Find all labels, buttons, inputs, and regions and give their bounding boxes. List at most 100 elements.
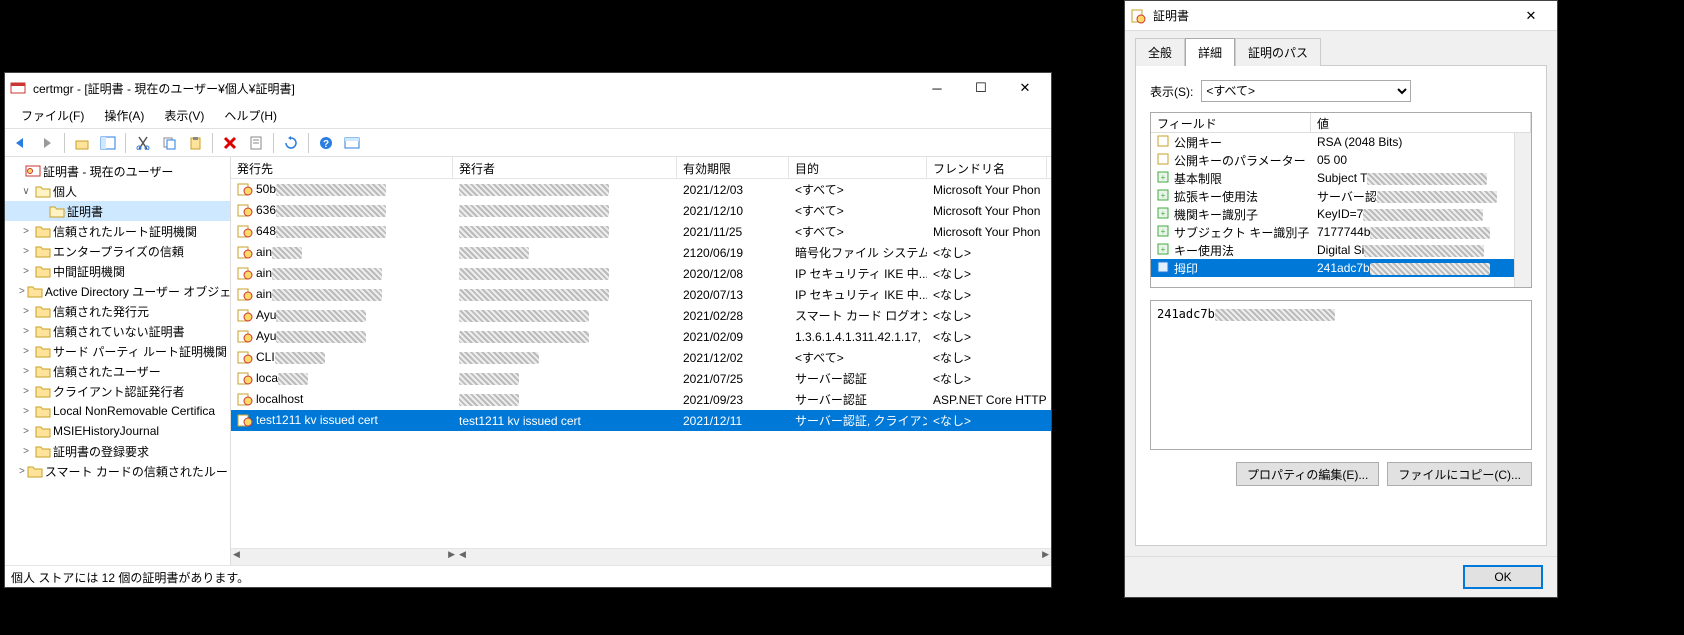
tree-item[interactable]: ∨個人 [5,181,230,201]
menu-help[interactable]: ヘルプ(H) [214,105,287,126]
certmgr-titlebar[interactable]: certmgr - [証明書 - 現在のユーザー¥個人¥証明書] ─ ☐ ✕ [5,73,1051,103]
property-row[interactable]: 拇印 241adc7b [1151,259,1531,277]
list-hscroll[interactable] [457,548,1051,565]
certificate-icon [237,245,253,261]
table-row[interactable]: 648 2021/11/25 <すべて> Microsoft Your Phon [231,221,1051,242]
property-row[interactable]: +サブジェクト キー識別子 7177744b [1151,223,1531,241]
properties-button[interactable] [244,132,268,154]
tab-details[interactable]: 詳細 [1185,38,1235,66]
menu-view[interactable]: 表示(V) [154,105,214,126]
tree-item[interactable]: >クライアント認証発行者 [5,381,230,401]
property-row[interactable]: 公開キー RSA (2048 Bits) [1151,133,1531,151]
expand-toggle[interactable]: > [19,326,33,337]
svg-text:+: + [1161,227,1166,236]
property-row[interactable]: +機関キー識別子 KeyID=7 [1151,205,1531,223]
maximize-button[interactable]: ☐ [959,74,1003,102]
forward-button[interactable] [35,132,59,154]
table-row[interactable]: 636 2021/12/10 <すべて> Microsoft Your Phon [231,200,1051,221]
table-row[interactable]: Ayu 2021/02/09 1.3.6.1.4.1.311.42.1.17, … [231,326,1051,347]
expand-toggle[interactable]: ∨ [19,186,33,197]
expand-toggle[interactable]: > [19,246,33,257]
tree-item[interactable]: >サード パーティ ルート証明機関 [5,341,230,361]
table-row[interactable]: loca 2021/07/25 サーバー認証 <なし> [231,368,1051,389]
folder-icon [35,423,51,439]
tree-item[interactable]: >中間証明機関 [5,261,230,281]
col-issued-by[interactable]: 発行者 [453,157,677,178]
expand-toggle[interactable]: > [19,346,33,357]
list-body[interactable]: 50b 2021/12/03 <すべて> Microsoft Your Phon… [231,179,1051,548]
table-row[interactable]: test1211 kv issued cert test1211 kv issu… [231,410,1051,431]
up-button[interactable] [70,132,94,154]
table-row[interactable]: ain 2020/07/13 IP セキュリティ IKE 中... <なし> [231,284,1051,305]
col-purpose[interactable]: 目的 [789,157,927,178]
ok-button[interactable]: OK [1463,565,1543,589]
table-row[interactable]: 50b 2021/12/03 <すべて> Microsoft Your Phon [231,179,1051,200]
tab-general[interactable]: 全般 [1135,38,1185,66]
tree-item[interactable]: >Active Directory ユーザー オブジェ [5,281,230,301]
expand-toggle[interactable]: > [19,426,33,437]
tree-pane[interactable]: 証明書 - 現在のユーザー∨個人証明書>信頼されたルート証明機関>エンタープライ… [5,157,231,565]
property-row[interactable]: +キー使用法 Digital Si [1151,241,1531,259]
tree-item[interactable]: >信頼されたルート証明機関 [5,221,230,241]
col-friendly[interactable]: フレンドリ名 [927,157,1047,178]
col-expiry[interactable]: 有効期限 [677,157,789,178]
expand-toggle[interactable]: > [19,366,33,377]
copy-button[interactable] [157,132,181,154]
table-row[interactable]: Ayu 2021/02/28 スマート カード ログオン, <なし> [231,305,1051,326]
property-list[interactable]: フィールド 値 公開キー RSA (2048 Bits) 公開キーのパラメーター… [1150,112,1532,288]
tree-item[interactable]: >スマート カードの信頼されたルート [5,461,230,481]
tree-item[interactable]: >信頼された発行元 [5,301,230,321]
edit-properties-button[interactable]: プロパティの編集(E)... [1236,462,1379,486]
show-select[interactable]: <すべて> [1201,80,1411,102]
value-box[interactable]: 241adc7b [1150,300,1532,450]
export-button[interactable] [340,132,364,154]
list-header[interactable]: 発行先 発行者 有効期限 目的 フレンドリ名 [231,157,1051,179]
folder-icon [35,183,51,199]
help-button[interactable]: ? [314,132,338,154]
back-button[interactable] [9,132,33,154]
expand-toggle[interactable]: > [19,226,33,237]
property-row[interactable]: 公開キーのパラメーター 05 00 [1151,151,1531,169]
tree-item[interactable]: 証明書 [5,201,230,221]
table-row[interactable]: localhost 2021/09/23 サーバー認証 ASP.NET Core… [231,389,1051,410]
table-row[interactable]: CLI 2021/12/02 <すべて> <なし> [231,347,1051,368]
delete-button[interactable] [218,132,242,154]
copy-to-file-button[interactable]: ファイルにコピー(C)... [1387,462,1532,486]
certdlg-close-button[interactable]: ✕ [1509,2,1553,30]
tree-item[interactable]: >MSIEHistoryJournal [5,421,230,441]
svg-text:+: + [1161,173,1166,182]
tree-item[interactable]: >Local NonRemovable Certifica [5,401,230,421]
certstore-icon [25,163,41,179]
minimize-button[interactable]: ─ [915,74,959,102]
expand-toggle[interactable]: > [19,386,33,397]
table-row[interactable]: ain 2120/06/19 暗号化ファイル システム <なし> [231,242,1051,263]
menu-file[interactable]: ファイル(F) [11,105,94,126]
expand-toggle[interactable]: > [19,266,33,277]
certificate-icon [237,329,253,345]
close-button[interactable]: ✕ [1003,74,1047,102]
tree-root[interactable]: 証明書 - 現在のユーザー [5,161,230,181]
tree-item[interactable]: >証明書の登録要求 [5,441,230,461]
expand-toggle[interactable]: > [19,446,33,457]
expand-toggle[interactable]: > [19,466,25,477]
tab-certpath[interactable]: 証明のパス [1235,38,1321,66]
tree-item[interactable]: >信頼されたユーザー [5,361,230,381]
pcol-value[interactable]: 値 [1311,113,1531,132]
property-row[interactable]: +拡張キー使用法 サーバー認 [1151,187,1531,205]
certdlg-titlebar[interactable]: 証明書 ✕ [1125,1,1557,31]
paste-button[interactable] [183,132,207,154]
tree-item[interactable]: >信頼されていない証明書 [5,321,230,341]
property-row[interactable]: +基本制限 Subject T [1151,169,1531,187]
expand-toggle[interactable]: > [19,286,25,297]
tree-item[interactable]: >エンタープライズの信頼 [5,241,230,261]
refresh-button[interactable] [279,132,303,154]
tree-hscroll[interactable] [231,548,457,565]
expand-toggle[interactable]: > [19,406,33,417]
cut-button[interactable] [131,132,155,154]
col-issued-to[interactable]: 発行先 [231,157,453,178]
table-row[interactable]: ain 2020/12/08 IP セキュリティ IKE 中... <なし> [231,263,1051,284]
show-hide-tree-button[interactable] [96,132,120,154]
pcol-field[interactable]: フィールド [1151,113,1311,132]
expand-toggle[interactable]: > [19,306,33,317]
menu-action[interactable]: 操作(A) [94,105,154,126]
